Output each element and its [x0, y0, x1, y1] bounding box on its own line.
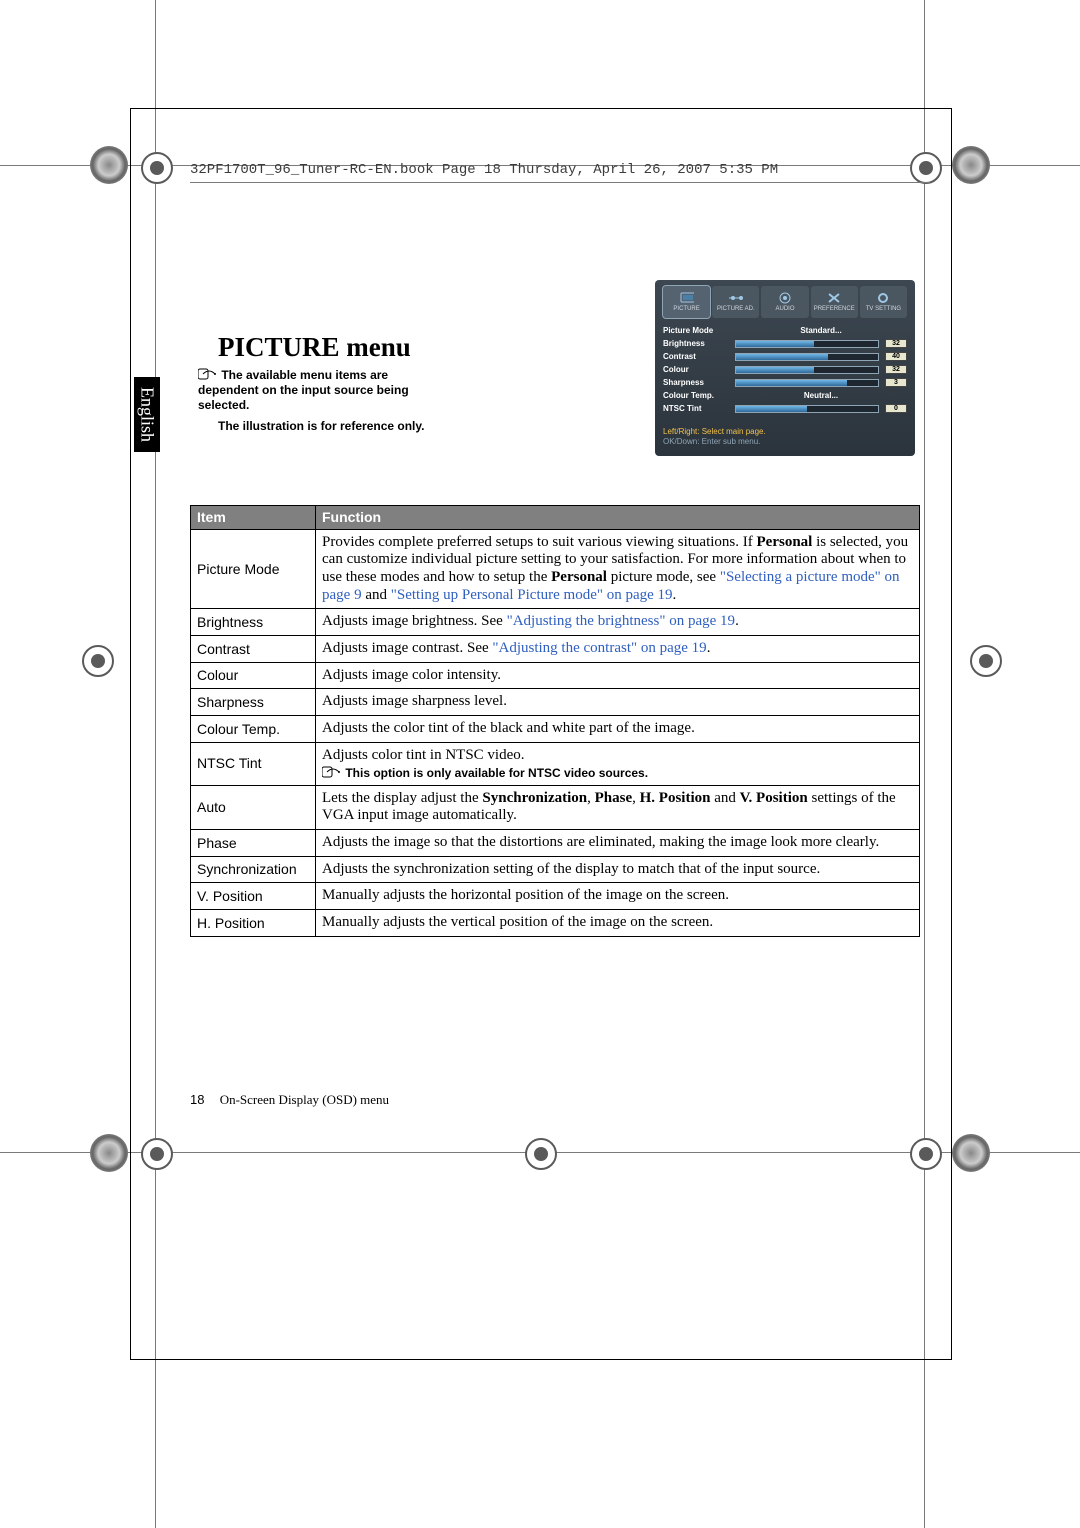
- item-cell: Contrast: [191, 635, 316, 662]
- crop-ornament: [90, 146, 128, 184]
- sliders-icon: [729, 292, 743, 304]
- table-row: ColourAdjusts image color intensity.: [191, 662, 920, 689]
- function-table: Item Function Picture ModeProvides compl…: [190, 505, 920, 937]
- table-row: SharpnessAdjusts image sharpness level.: [191, 689, 920, 716]
- table-row: V. PositionManually adjusts the horizont…: [191, 883, 920, 910]
- osd-slider: [735, 340, 879, 348]
- item-cell: V. Position: [191, 883, 316, 910]
- note-icon: [322, 766, 340, 778]
- function-cell: Manually adjusts the vertical position o…: [316, 909, 920, 936]
- page-title: PICTURE menu: [218, 332, 411, 363]
- table-row: Colour Temp.Adjusts the color tint of th…: [191, 716, 920, 743]
- table-row: H. PositionManually adjusts the vertical…: [191, 909, 920, 936]
- item-cell: Synchronization: [191, 856, 316, 883]
- osd-tabs: PICTURE PICTURE AD. AUDIO PREFERENCE: [663, 286, 907, 318]
- item-cell: Picture Mode: [191, 529, 316, 609]
- item-cell: Sharpness: [191, 689, 316, 716]
- osd-slider: [735, 366, 879, 374]
- registration-mark: [82, 645, 114, 677]
- osd-tab-audio: AUDIO: [761, 286, 808, 318]
- crop-ornament: [952, 1134, 990, 1172]
- function-cell: Adjusts image contrast. See "Adjusting t…: [316, 635, 920, 662]
- language-tab: English: [134, 377, 160, 452]
- item-cell: Colour: [191, 662, 316, 689]
- tools-icon: [827, 292, 841, 304]
- osd-slider: [735, 353, 879, 361]
- osd-tab-picture-ad: PICTURE AD.: [712, 286, 759, 318]
- osd-row-contrast: Contrast 40: [663, 350, 907, 363]
- osd-row-ntsc-tint: NTSC Tint 0: [663, 402, 907, 415]
- item-cell: Brightness: [191, 609, 316, 636]
- table-row: ContrastAdjusts image contrast. See "Adj…: [191, 635, 920, 662]
- table-row: Picture ModeProvides complete preferred …: [191, 529, 920, 609]
- note-block: The available menu items are dependent o…: [198, 368, 428, 434]
- osd-row-brightness: Brightness 32: [663, 337, 907, 350]
- section-name: On-Screen Display (OSD) menu: [220, 1092, 389, 1107]
- osd-slider: [735, 405, 879, 413]
- col-item: Item: [191, 506, 316, 530]
- table-row: PhaseAdjusts the image so that the disto…: [191, 829, 920, 856]
- osd-row-sharpness: Sharpness 3: [663, 376, 907, 389]
- item-cell: Auto: [191, 785, 316, 829]
- crop-ornament: [952, 146, 990, 184]
- function-cell: Adjusts color tint in NTSC video. This o…: [316, 742, 920, 785]
- page-footer: 18 On-Screen Display (OSD) menu: [190, 1092, 389, 1108]
- osd-row-colour-temp: Colour Temp. Neutral...: [663, 389, 907, 402]
- item-cell: H. Position: [191, 909, 316, 936]
- registration-mark: [970, 645, 1002, 677]
- function-cell: Manually adjusts the horizontal position…: [316, 883, 920, 910]
- picture-icon: [680, 292, 694, 304]
- function-cell: Adjusts image color intensity.: [316, 662, 920, 689]
- function-cell: Adjusts the image so that the distortion…: [316, 829, 920, 856]
- osd-slider: [735, 379, 879, 387]
- note-icon: [198, 368, 216, 380]
- function-cell: Adjusts the color tint of the black and …: [316, 716, 920, 743]
- osd-hints: Left/Right: Select main page. OK/Down: E…: [663, 427, 907, 448]
- item-cell: Colour Temp.: [191, 716, 316, 743]
- osd-row-picture-mode: Picture Mode Standard...: [663, 324, 907, 337]
- osd-row-colour: Colour 32: [663, 363, 907, 376]
- table-row: SynchronizationAdjusts the synchronizati…: [191, 856, 920, 883]
- col-function: Function: [316, 506, 920, 530]
- page-number: 18: [190, 1092, 204, 1107]
- audio-icon: [778, 292, 792, 304]
- table-row: AutoLets the display adjust the Synchron…: [191, 785, 920, 829]
- crop-ornament: [90, 1134, 128, 1172]
- osd-tab-preference: PREFERENCE: [811, 286, 858, 318]
- osd-tab-tvsetting: TV SETTING: [860, 286, 907, 318]
- function-cell: Lets the display adjust the Synchronizat…: [316, 785, 920, 829]
- function-cell: Adjusts image sharpness level.: [316, 689, 920, 716]
- item-cell: Phase: [191, 829, 316, 856]
- function-cell: Adjusts the synchronization setting of t…: [316, 856, 920, 883]
- function-cell: Provides complete preferred setups to su…: [316, 529, 920, 609]
- item-cell: NTSC Tint: [191, 742, 316, 785]
- function-cell: Adjusts image brightness. See "Adjusting…: [316, 609, 920, 636]
- document-header: 32PF1700T_96_Tuner-RC-EN.book Page 18 Th…: [190, 162, 930, 183]
- table-row: BrightnessAdjusts image brightness. See …: [191, 609, 920, 636]
- osd-screenshot: PICTURE PICTURE AD. AUDIO PREFERENCE: [655, 280, 915, 456]
- table-row: NTSC TintAdjusts color tint in NTSC vide…: [191, 742, 920, 785]
- gear-icon: [876, 292, 890, 304]
- osd-tab-picture: PICTURE: [663, 286, 710, 318]
